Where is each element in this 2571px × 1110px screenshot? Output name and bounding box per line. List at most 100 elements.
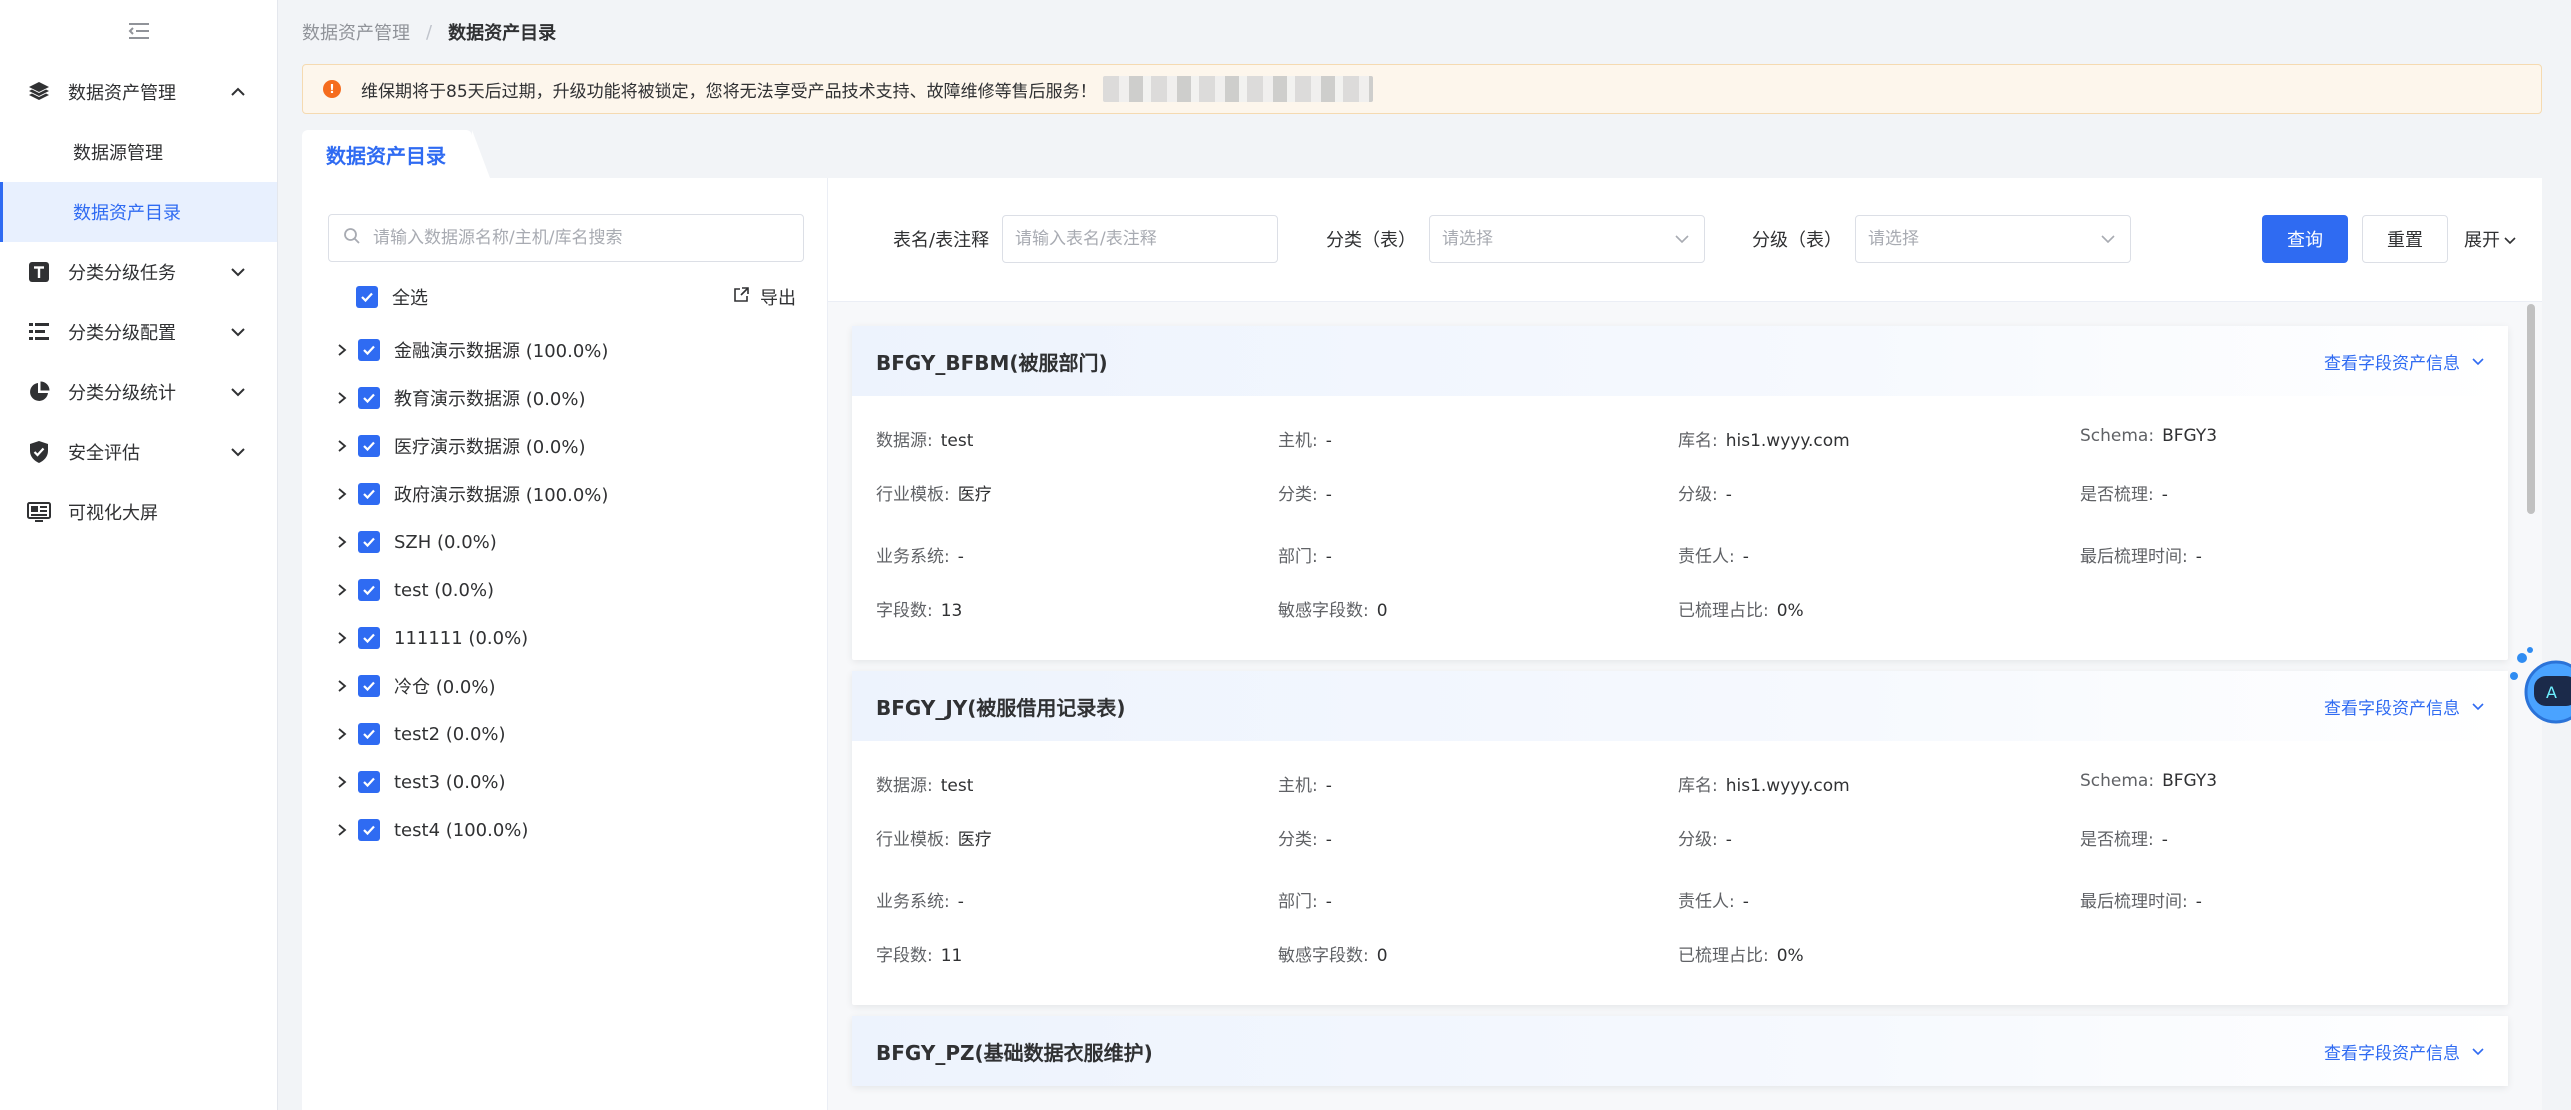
caret-right-icon[interactable]: [330, 482, 354, 506]
caret-right-icon[interactable]: [330, 338, 354, 362]
grade-select[interactable]: [1855, 215, 2131, 263]
sidebar-item-classification-task[interactable]: 分类分级任务: [0, 242, 277, 302]
sidebar-item-visual-screen[interactable]: 可视化大屏: [0, 482, 277, 542]
field-datasource: 数据源: test: [876, 776, 974, 796]
expand-filters-button[interactable]: 展开: [2464, 215, 2516, 263]
sidebar-item-label: 安全评估: [68, 443, 140, 464]
caret-right-icon[interactable]: [330, 626, 354, 650]
tree-node-checkbox[interactable]: [358, 579, 380, 601]
tree-node-checkbox[interactable]: [358, 675, 380, 697]
sidebar-subitem-asset-catalog[interactable]: 数据资产目录: [0, 182, 277, 242]
tree-node-label: 教育演示数据源 (0.0%): [394, 389, 586, 410]
caret-right-icon[interactable]: [330, 578, 354, 602]
field-host: 主机: -: [1278, 431, 1332, 451]
screen-icon: [26, 499, 52, 525]
breadcrumb-current: 数据资产目录: [448, 23, 557, 44]
collapse-menu-icon[interactable]: [0, 0, 277, 62]
caret-right-icon[interactable]: [330, 386, 354, 410]
tree-node[interactable]: SZH (0.0%): [330, 518, 810, 566]
chevron-down-icon: [2098, 235, 2118, 243]
tree-node[interactable]: 111111 (0.0%): [330, 614, 810, 662]
breadcrumb-parent[interactable]: 数据资产管理: [302, 19, 410, 45]
caret-right-icon[interactable]: [330, 434, 354, 458]
query-button[interactable]: 查询: [2262, 215, 2348, 263]
tree-node[interactable]: 教育演示数据源 (0.0%): [330, 374, 810, 422]
tree-node-checkbox[interactable]: [358, 339, 380, 361]
field-datasource: 数据源: test: [876, 431, 974, 451]
field-last-sorted-time: 最后梳理时间: -: [2080, 547, 2202, 567]
view-field-assets-label: 查看字段资产信息: [2324, 698, 2460, 719]
tree-node[interactable]: test4 (100.0%): [330, 806, 810, 854]
sidebar-item-security-assessment[interactable]: 安全评估: [0, 422, 277, 482]
field-department: 部门: -: [1278, 892, 1332, 912]
tree-node[interactable]: 政府演示数据源 (100.0%): [330, 470, 810, 518]
tab-asset-catalog[interactable]: 数据资产目录: [302, 130, 490, 178]
field-business-system: 业务系统: -: [876, 547, 964, 567]
tree-node-checkbox[interactable]: [358, 771, 380, 793]
export-label: 导出: [760, 288, 796, 309]
text-t-icon: [26, 259, 52, 285]
tree-node-checkbox[interactable]: [358, 387, 380, 409]
tree-node[interactable]: 医疗演示数据源 (0.0%): [330, 422, 810, 470]
table-name-label: 表名/表注释: [893, 230, 990, 251]
tree-node-checkbox[interactable]: [358, 723, 380, 745]
chevron-up-icon: [227, 81, 249, 103]
filter-bar: 表名/表注释 分类（表） 分级（表） 查询 重置 展开: [828, 178, 2542, 302]
caret-right-icon[interactable]: [330, 770, 354, 794]
select-all-checkbox[interactable]: [356, 286, 378, 308]
sidebar-subitem-datasource[interactable]: 数据源管理: [0, 122, 277, 182]
table-name-input[interactable]: [1015, 229, 1265, 249]
tree-node[interactable]: 冷仓 (0.0%): [330, 662, 810, 710]
sidebar-item-classification-stats[interactable]: 分类分级统计: [0, 362, 277, 422]
caret-right-icon[interactable]: [330, 530, 354, 554]
tree-node-checkbox[interactable]: [358, 531, 380, 553]
tree-node[interactable]: test2 (0.0%): [330, 710, 810, 758]
sidebar-item-label: 分类分级统计: [68, 383, 176, 404]
tree-node-label: 医疗演示数据源 (0.0%): [394, 437, 586, 458]
datasource-search-input[interactable]: [373, 228, 803, 248]
tab-bar: 数据资产目录: [302, 130, 490, 178]
field-owner: 责任人: -: [1678, 892, 1749, 912]
field-owner: 责任人: -: [1678, 547, 1749, 567]
maintenance-alert: ! 维保期将于85天后过期，升级功能将被锁定，您将无法享受产品技术支持、故障维修…: [302, 64, 2542, 114]
field-db-name: 库名: his1.wyyy.com: [1678, 431, 1850, 451]
category-select-input[interactable]: [1442, 229, 1672, 249]
field-category: 分类: -: [1278, 485, 1332, 505]
tree-node-label: SZH (0.0%): [394, 531, 497, 553]
tree-node-checkbox[interactable]: [358, 819, 380, 841]
assistant-robot-icon[interactable]: A: [2508, 646, 2571, 736]
tree-node[interactable]: test (0.0%): [330, 566, 810, 614]
view-field-assets-label: 查看字段资产信息: [2324, 353, 2460, 374]
caret-right-icon[interactable]: [330, 818, 354, 842]
field-schema: Schema: BFGY3: [2080, 426, 2218, 446]
list-config-icon: [26, 319, 52, 345]
view-field-assets-link[interactable]: 查看字段资产信息: [2324, 349, 2484, 374]
sidebar-item-classification-config[interactable]: 分类分级配置: [0, 302, 277, 362]
field-host: 主机: -: [1278, 776, 1332, 796]
sidebar-item-label: 可视化大屏: [68, 503, 158, 524]
asset-card-body: 数据源: test 主机: - 库名: his1.wyyy.com Schema: BF…: [852, 396, 2508, 660]
shield-check-icon: [26, 439, 52, 465]
view-field-assets-link[interactable]: 查看字段资产信息: [2324, 1039, 2484, 1064]
category-select[interactable]: [1429, 215, 1705, 263]
export-button[interactable]: 导出: [732, 284, 796, 310]
view-field-assets-link[interactable]: 查看字段资产信息: [2324, 694, 2484, 719]
tree-node-label: 金融演示数据源 (100.0%): [394, 341, 609, 362]
tree-node-label: 冷仓 (0.0%): [394, 677, 496, 698]
field-db-name: 库名: his1.wyyy.com: [1678, 776, 1850, 796]
sidebar-item-asset-management[interactable]: 数据资产管理: [0, 62, 277, 122]
tree-node-checkbox[interactable]: [358, 435, 380, 457]
field-category: 分类: -: [1278, 830, 1332, 850]
asset-card-title: BFGY_JY(被服借用记录表): [876, 695, 1126, 720]
caret-right-icon[interactable]: [330, 722, 354, 746]
sidebar-item-label: 数据资产管理: [68, 83, 176, 104]
tree-node-checkbox[interactable]: [358, 483, 380, 505]
grade-select-input[interactable]: [1868, 229, 2098, 249]
tree-node[interactable]: test3 (0.0%): [330, 758, 810, 806]
caret-right-icon[interactable]: [330, 674, 354, 698]
reset-button[interactable]: 重置: [2362, 215, 2448, 263]
field-schema: Schema: BFGY3: [2080, 771, 2218, 791]
tree-node-checkbox[interactable]: [358, 627, 380, 649]
scrollbar-thumb[interactable]: [2527, 304, 2535, 514]
tree-node[interactable]: 金融演示数据源 (100.0%): [330, 326, 810, 374]
